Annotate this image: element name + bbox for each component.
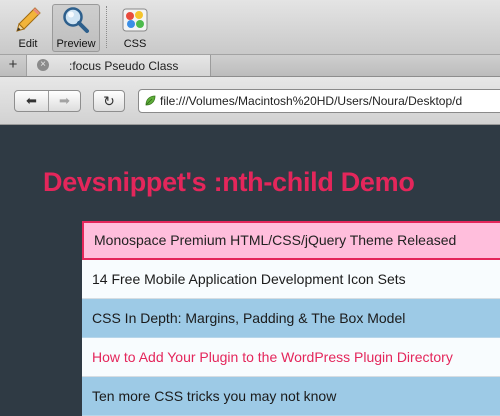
preview-button[interactable]: Preview xyxy=(52,4,100,52)
url-text: file:///Volumes/Macintosh%20HD/Users/Nou… xyxy=(160,94,463,108)
css-label: CSS xyxy=(123,38,147,50)
page-title: Devsnippet's :nth-child Demo xyxy=(43,167,415,197)
edit-button[interactable]: Edit xyxy=(5,4,51,52)
new-tab-button[interactable]: + xyxy=(0,55,27,76)
navigation-bar: ⬅ ➡ ↻ file:///Volumes/Macintosh%20HD/Use… xyxy=(0,77,500,125)
reload-button[interactable]: ↻ xyxy=(93,90,125,112)
tab-title: :focus Pseudo Class xyxy=(69,59,179,73)
back-button[interactable]: ⬅ xyxy=(15,91,49,111)
tab-close-icon[interactable]: × xyxy=(37,59,49,71)
forward-button[interactable]: ➡ xyxy=(48,91,81,111)
color-palette-icon xyxy=(122,8,148,32)
history-buttons: ⬅ ➡ xyxy=(14,90,81,112)
magnifier-icon xyxy=(63,7,89,33)
page-content: Devsnippet's :nth-child Demo Monospace P… xyxy=(0,125,500,416)
toolbar-divider xyxy=(106,6,107,48)
article-list: Monospace Premium HTML/CSS/jQuery Theme … xyxy=(82,221,500,416)
address-bar[interactable]: file:///Volumes/Macintosh%20HD/Users/Nou… xyxy=(138,89,500,113)
css-button[interactable]: CSS xyxy=(112,4,158,52)
edit-label: Edit xyxy=(18,38,38,50)
pencil-icon xyxy=(16,7,41,32)
preview-label: Preview xyxy=(56,38,96,50)
list-item[interactable]: 14 Free Mobile Application Development I… xyxy=(82,260,500,299)
list-item[interactable]: Ten more CSS tricks you may not know xyxy=(82,377,500,416)
tab-bar: + × :focus Pseudo Class xyxy=(0,55,500,77)
list-item[interactable]: Monospace Premium HTML/CSS/jQuery Theme … xyxy=(82,221,500,260)
list-item[interactable]: How to Add Your Plugin to the WordPress … xyxy=(82,338,500,377)
leaf-file-icon xyxy=(145,95,156,106)
tab-focus-pseudo-class[interactable]: × :focus Pseudo Class xyxy=(27,55,211,76)
app-toolbar: Edit Preview CSS xyxy=(0,0,500,55)
list-item[interactable]: CSS In Depth: Margins, Padding & The Box… xyxy=(82,299,500,338)
